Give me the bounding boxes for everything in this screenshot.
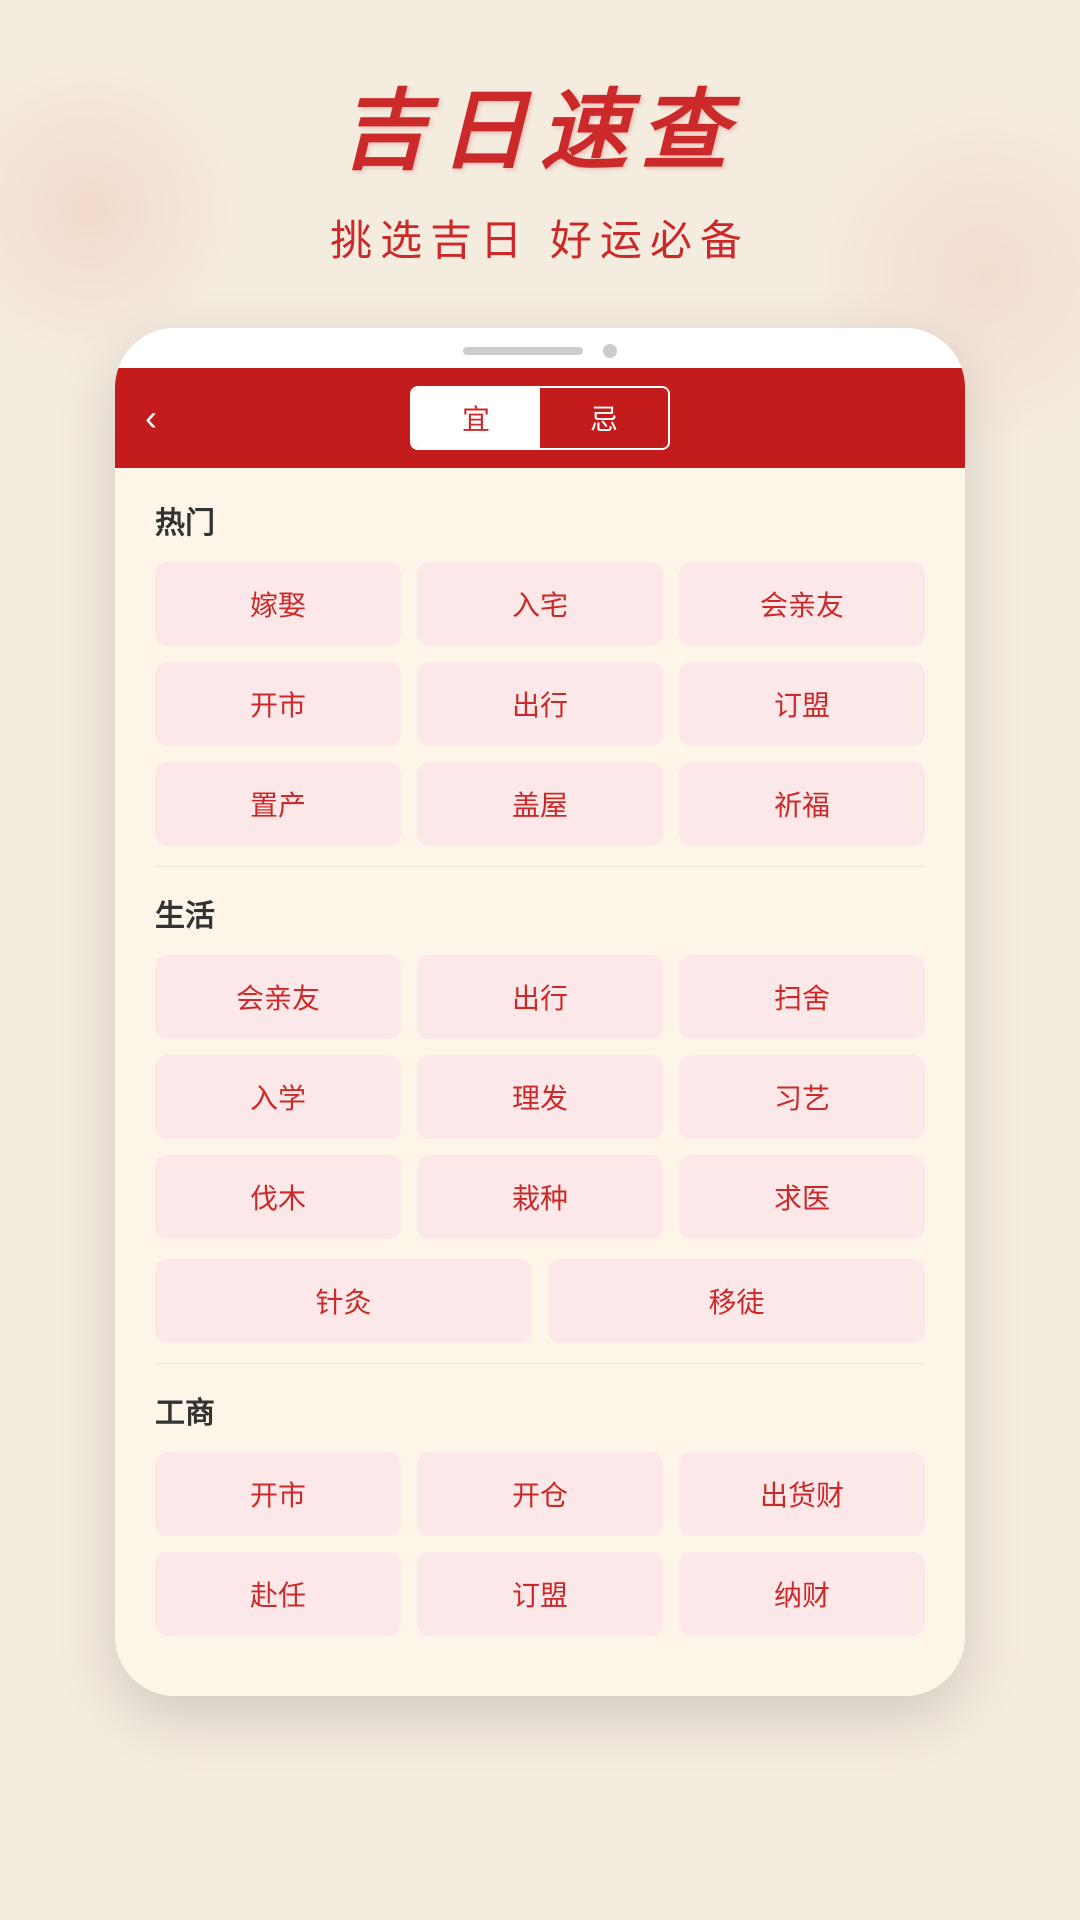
divider-1 xyxy=(155,866,925,867)
section-hot-title: 热门 xyxy=(155,498,925,542)
btn-huiqinyou-hot[interactable]: 会亲友 xyxy=(679,562,925,646)
phone-camera xyxy=(603,344,617,358)
btn-zaizhong[interactable]: 栽种 xyxy=(417,1155,663,1239)
section-hot: 热门 嫁娶 入宅 会亲友 开市 出行 订盟 置产 盖屋 祈福 xyxy=(155,498,925,846)
btn-kaishi[interactable]: 开市 xyxy=(155,1452,401,1536)
btn-dingmeng-hot[interactable]: 订盟 xyxy=(679,662,925,746)
life-grid: 会亲友 出行 扫舍 入学 理发 习艺 伐木 栽种 求医 xyxy=(155,955,925,1239)
btn-furen[interactable]: 赴任 xyxy=(155,1552,401,1636)
section-commerce: 工商 开市 开仓 出货财 赴任 订盟 纳财 xyxy=(155,1388,925,1636)
btn-kaicang[interactable]: 开仓 xyxy=(417,1452,663,1536)
btn-chuxing[interactable]: 出行 xyxy=(417,955,663,1039)
btn-dingmeng[interactable]: 订盟 xyxy=(417,1552,663,1636)
app-content: 热门 嫁娶 入宅 会亲友 开市 出行 订盟 置产 盖屋 祈福 生活 会 xyxy=(115,468,965,1696)
section-life: 生活 会亲友 出行 扫舍 入学 理发 习艺 伐木 栽种 求医 针灸 移徒 xyxy=(155,891,925,1343)
btn-ruxue[interactable]: 入学 xyxy=(155,1055,401,1139)
btn-qifu[interactable]: 祈福 xyxy=(679,762,925,846)
btn-qiuyi[interactable]: 求医 xyxy=(679,1155,925,1239)
app-header: ‹ 宜 忌 xyxy=(115,368,965,468)
app-title: 吉日速查 xyxy=(340,60,740,187)
btn-nacai[interactable]: 纳财 xyxy=(679,1552,925,1636)
commerce-grid: 开市 开仓 出货财 赴任 订盟 纳财 xyxy=(155,1452,925,1636)
btn-ruzhai[interactable]: 入宅 xyxy=(417,562,663,646)
btn-kaishi-hot[interactable]: 开市 xyxy=(155,662,401,746)
tab-ji[interactable]: 忌 xyxy=(540,388,668,448)
app-subtitle: 挑选吉日 好运必备 xyxy=(330,207,750,268)
btn-lifa[interactable]: 理发 xyxy=(417,1055,663,1139)
btn-gaiwu[interactable]: 盖屋 xyxy=(417,762,663,846)
life-grid-2: 针灸 移徒 xyxy=(155,1259,925,1343)
btn-famu[interactable]: 伐木 xyxy=(155,1155,401,1239)
phone-notch xyxy=(463,347,583,355)
tab-toggle: 宜 忌 xyxy=(410,386,670,450)
btn-xiyi[interactable]: 习艺 xyxy=(679,1055,925,1139)
section-life-title: 生活 xyxy=(155,891,925,935)
back-button[interactable]: ‹ xyxy=(145,397,157,439)
section-commerce-title: 工商 xyxy=(155,1388,925,1432)
phone-top-bar xyxy=(115,328,965,368)
btn-zhenjiu[interactable]: 针灸 xyxy=(155,1259,532,1343)
tab-yi[interactable]: 宜 xyxy=(412,388,540,448)
btn-huiqinyou[interactable]: 会亲友 xyxy=(155,955,401,1039)
btn-saoshe[interactable]: 扫舍 xyxy=(679,955,925,1039)
btn-zhichan[interactable]: 置产 xyxy=(155,762,401,846)
hot-grid: 嫁娶 入宅 会亲友 开市 出行 订盟 置产 盖屋 祈福 xyxy=(155,562,925,846)
phone-mockup: ‹ 宜 忌 热门 嫁娶 入宅 会亲友 开市 出行 订盟 置产 盖屋 xyxy=(115,328,965,1696)
divider-2 xyxy=(155,1363,925,1364)
btn-chuxing-hot[interactable]: 出行 xyxy=(417,662,663,746)
btn-yitu[interactable]: 移徒 xyxy=(548,1259,925,1343)
btn-jiaqu[interactable]: 嫁娶 xyxy=(155,562,401,646)
btn-chuhuo[interactable]: 出货财 xyxy=(679,1452,925,1536)
